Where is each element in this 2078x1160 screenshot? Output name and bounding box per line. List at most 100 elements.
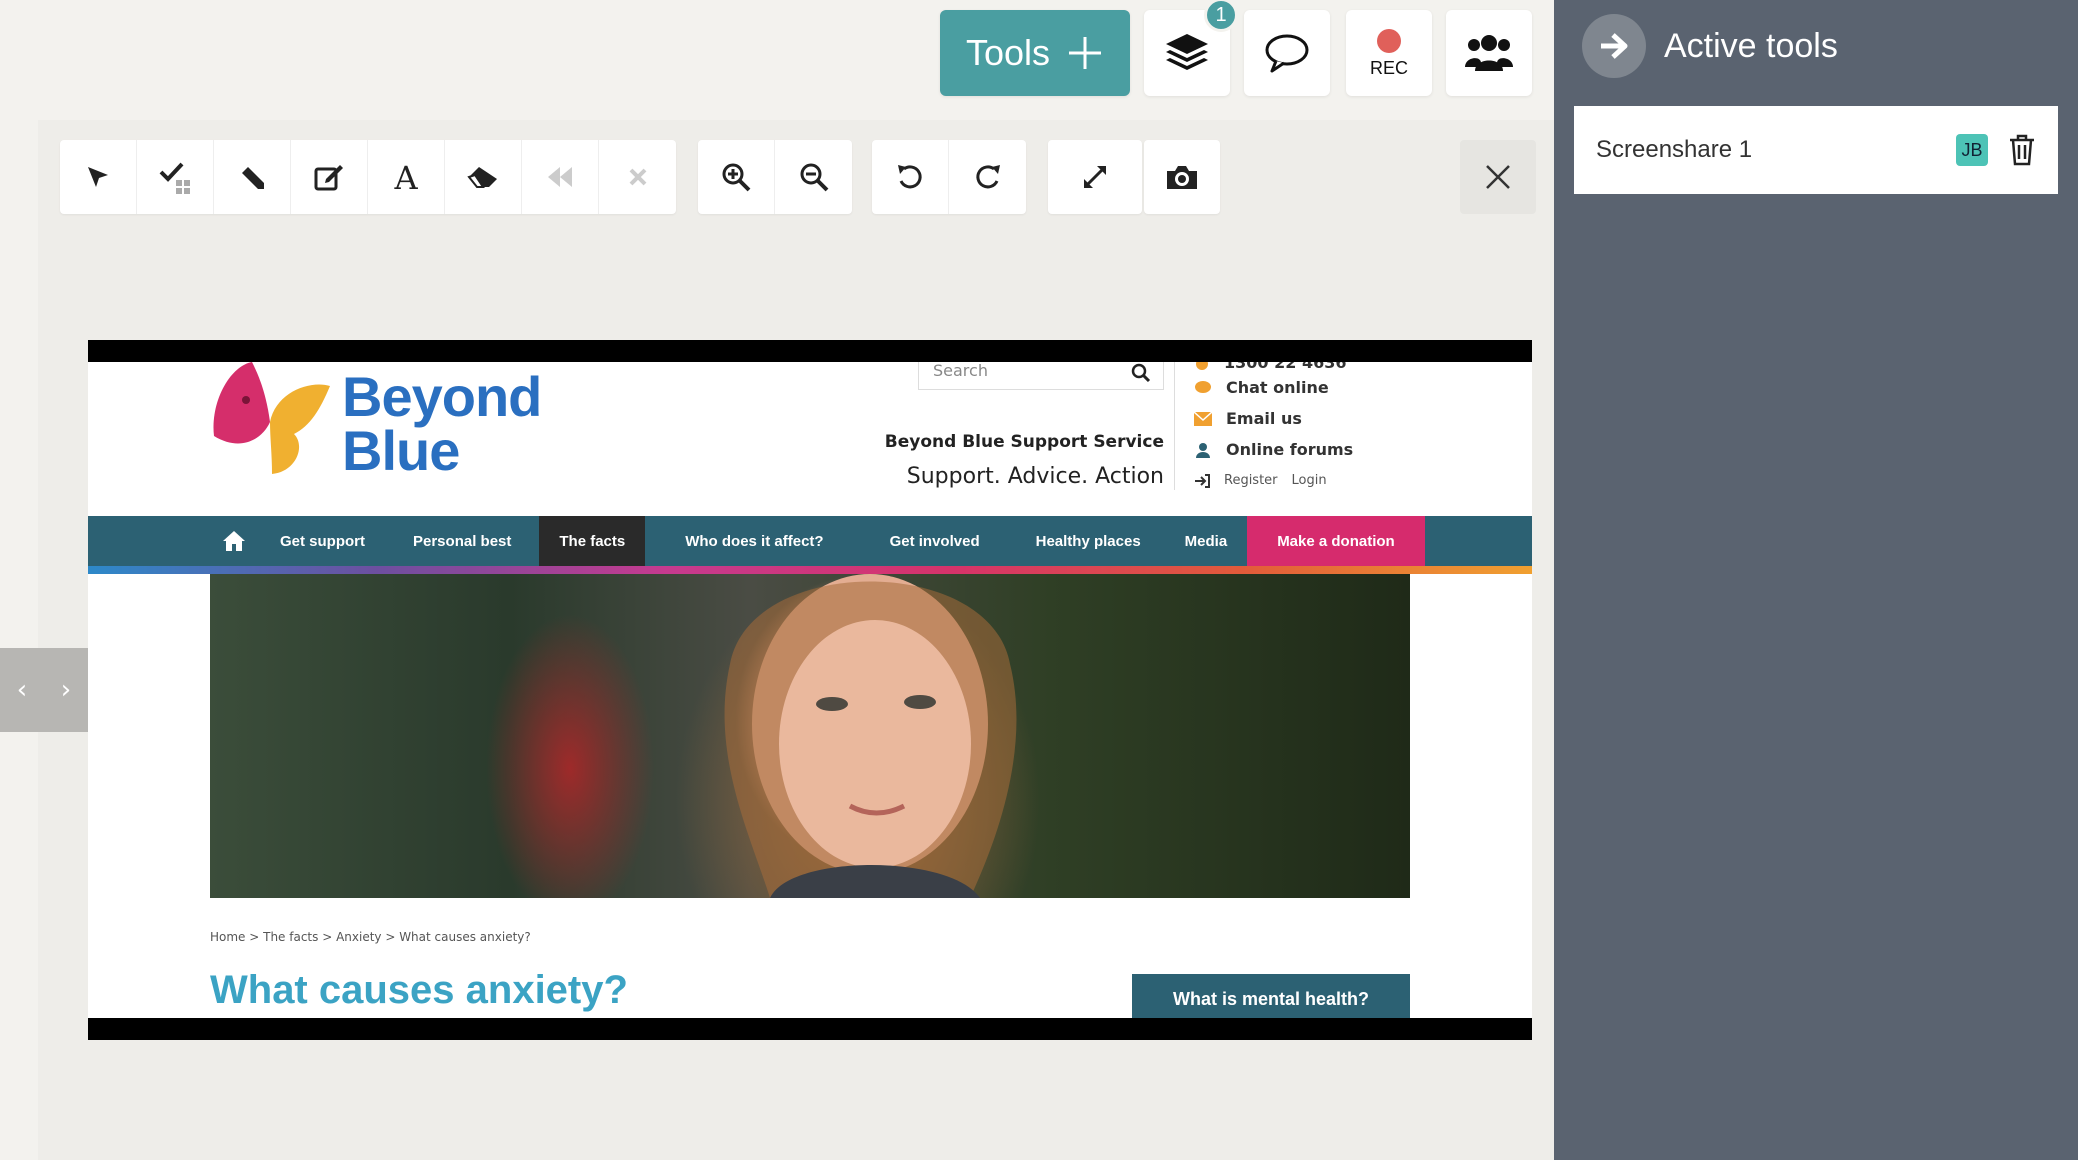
redo-button[interactable] [949, 140, 1026, 214]
site-search-input[interactable]: Search [918, 362, 1164, 390]
record-button[interactable]: REC [1346, 10, 1432, 96]
clear-tool[interactable] [599, 140, 676, 214]
close-screenshare-button[interactable] [1460, 140, 1536, 214]
header-divider [1174, 362, 1175, 490]
pencil-icon [242, 167, 264, 189]
layers-button[interactable]: 1 [1144, 0, 1238, 96]
text-icon: A [393, 162, 418, 192]
prev-arrow-icon[interactable]: ‹ [17, 675, 27, 705]
nav-get-involved[interactable]: Get involved [862, 516, 1014, 566]
online-forums-label: Online forums [1226, 440, 1354, 459]
plus-icon [1069, 37, 1102, 69]
rewind-tool[interactable] [522, 140, 599, 214]
service-title: Beyond Blue Support Service [884, 432, 1164, 452]
service-tagline: Support. Advice. Action [906, 464, 1164, 489]
tool-name: Screenshare 1 [1596, 136, 1753, 163]
check-tool[interactable] [137, 140, 214, 214]
history-toolbar [872, 140, 1026, 214]
forum-users-icon [1196, 442, 1210, 458]
nav-the-facts[interactable]: The facts [539, 516, 646, 566]
pointer-tool[interactable] [60, 140, 137, 214]
online-forums-link[interactable]: Online forums [1194, 434, 1353, 465]
what-is-mental-health-button[interactable]: What is mental health? [1132, 974, 1410, 1018]
chat-online-label: Chat online [1226, 378, 1329, 397]
nav-get-support[interactable]: Get support [260, 516, 385, 566]
camera-icon [1167, 166, 1197, 189]
pencil-tool[interactable] [214, 140, 291, 214]
clear-icon [629, 168, 646, 186]
zoom-in-icon [722, 163, 751, 192]
hero-image [210, 574, 1410, 898]
trash-icon[interactable] [2008, 134, 2036, 166]
snapshot-button[interactable] [1144, 140, 1220, 214]
eraser-icon [467, 167, 497, 188]
logo-line-2: Blue [342, 419, 460, 482]
drawing-toolbar: A [60, 140, 676, 214]
expand-icon [1083, 165, 1107, 189]
text-tool[interactable]: A [368, 140, 445, 214]
pointer-icon [88, 167, 108, 187]
rewind-icon [548, 167, 572, 187]
expand-button[interactable] [1048, 140, 1142, 214]
butterfly-logo-icon [213, 362, 330, 474]
collapse-panel-button[interactable] [1582, 14, 1646, 78]
edit-note-icon [314, 165, 343, 191]
layers-icon [1166, 34, 1208, 70]
svg-text:A: A [393, 162, 418, 192]
nav-media[interactable]: Media [1163, 516, 1248, 566]
zoom-out-icon [800, 163, 828, 192]
shared-webpage: Beyond Blue Search Beyond Blue Support S… [88, 362, 1532, 1018]
arrow-right-icon [1601, 33, 1628, 59]
account-links: Register Login [1194, 465, 1353, 496]
zoom-in-button[interactable] [698, 140, 775, 214]
slide-navigation: ‹ › [0, 648, 88, 732]
panel-header: Active tools [1582, 14, 1838, 78]
color-stripe [88, 566, 1532, 574]
undo-button[interactable] [872, 140, 949, 214]
participants-button[interactable] [1446, 10, 1532, 96]
sign-in-icon [1195, 473, 1210, 488]
undo-icon [898, 165, 922, 189]
email-us-label: Email us [1226, 409, 1302, 428]
search-icon [1131, 363, 1151, 383]
layers-count-badge: 1 [1204, 0, 1238, 32]
nav-home[interactable] [208, 516, 260, 566]
tools-button[interactable]: Tools [940, 10, 1130, 96]
site-navigation: Get support Personal best The facts Who … [88, 516, 1532, 566]
record-icon [1377, 28, 1401, 53]
chat-bubble-icon [1265, 34, 1309, 73]
zoom-out-button[interactable] [775, 140, 852, 214]
nav-healthy-places[interactable]: Healthy places [1014, 516, 1163, 566]
nav-personal-best[interactable]: Personal best [385, 516, 539, 566]
active-tool-item[interactable]: Screenshare 1 JB [1574, 106, 2058, 194]
phone-number: 1300 22 4636 [1224, 362, 1347, 372]
screenshare-view[interactable]: Beyond Blue Search Beyond Blue Support S… [88, 340, 1532, 1040]
register-link[interactable]: Register [1224, 473, 1278, 488]
edit-note-tool[interactable] [291, 140, 368, 214]
chat-button[interactable] [1244, 10, 1330, 96]
next-arrow-icon[interactable]: › [61, 675, 71, 705]
rec-label: REC [1369, 57, 1408, 78]
home-icon [223, 531, 245, 551]
nav-make-a-donation[interactable]: Make a donation [1247, 516, 1425, 566]
email-us-link[interactable]: Email us [1194, 403, 1353, 434]
zoom-toolbar [698, 140, 852, 214]
eraser-tool[interactable] [445, 140, 522, 214]
tools-label: Tools [965, 32, 1051, 73]
close-icon [1486, 165, 1510, 189]
site-logo-text[interactable]: Beyond Blue [342, 369, 542, 482]
user-initials-badge: JB [1956, 134, 1988, 166]
phone-link[interactable]: 1300 22 4636 [1194, 362, 1353, 372]
active-tools-panel: Active tools Screenshare 1 JB [1554, 0, 2078, 1160]
chat-icon [1195, 380, 1211, 393]
woman-portrait-image [724, 574, 1017, 898]
nav-who-does-it-affect[interactable]: Who does it affect? [645, 516, 861, 566]
login-link[interactable]: Login [1292, 473, 1327, 488]
page-heading: What causes anxiety? [210, 968, 628, 1012]
expand-toolbar [1048, 140, 1142, 214]
phone-icon [1196, 362, 1208, 370]
breadcrumb: Home > The facts > Anxiety > What causes… [210, 930, 531, 944]
workspace: A Beyond Blue Search Beyond Blue Support… [38, 120, 1554, 1160]
chat-online-link[interactable]: Chat online [1194, 372, 1353, 403]
snapshot-toolbar [1144, 140, 1220, 214]
